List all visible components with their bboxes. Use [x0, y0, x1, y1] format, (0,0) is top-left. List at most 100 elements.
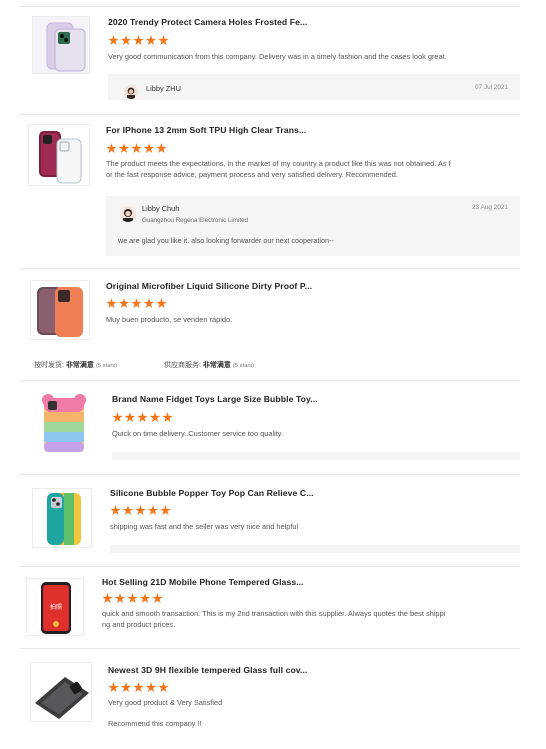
product-thumbnail[interactable] — [34, 392, 94, 454]
star-icon — [122, 505, 134, 516]
reply-author-name: Libby ZHU — [146, 84, 181, 93]
star-rating — [112, 412, 173, 423]
product-title[interactable]: Hot Selling 21D Mobile Phone Tempered Gl… — [102, 577, 304, 587]
review-text-line: quick and smooth transaction. This is my… — [102, 609, 446, 618]
review-separator — [20, 566, 520, 567]
star-icon — [102, 593, 113, 604]
avatar — [120, 206, 136, 222]
phone-case-image — [31, 281, 89, 339]
review-separator — [20, 114, 520, 115]
star-icon — [131, 143, 142, 154]
star-icon — [106, 143, 117, 154]
star-icon — [108, 682, 119, 693]
reply-date: 23 Aug 2021 — [472, 204, 508, 211]
review-text: quick and smooth transaction. This is my… — [102, 609, 445, 630]
star-icon — [131, 298, 142, 309]
star-icon — [110, 505, 121, 516]
supplier-service-rating: 供应商服务: 非常满意 (5 stars) — [164, 360, 254, 370]
product-title[interactable]: Silicone Bubble Popper Toy Pop Can Relie… — [110, 488, 314, 498]
review-separator — [20, 474, 520, 475]
star-icon — [156, 298, 167, 309]
product-thumbnail[interactable] — [32, 488, 92, 548]
tempered-glass-image: 拍照 — [27, 579, 83, 635]
review-footer-bar — [110, 545, 520, 553]
star-icon — [127, 593, 138, 604]
star-icon — [152, 593, 163, 604]
star-icon — [112, 412, 123, 423]
phone-case-image — [29, 125, 89, 185]
review-separator — [20, 380, 520, 381]
reply-date: 07 Jul 2021 — [475, 84, 509, 91]
review-text-line: The product meets the expectations, in t… — [106, 159, 451, 168]
product-thumbnail[interactable]: 拍照 — [26, 578, 84, 636]
bubble-phone-case-image — [33, 489, 91, 547]
star-icon — [133, 35, 144, 46]
star-icon — [143, 298, 155, 309]
avatar — [124, 85, 138, 99]
reply-author-name: Libby Chuh — [142, 204, 180, 213]
review-footer-bar — [112, 452, 520, 460]
star-icon — [160, 505, 171, 516]
star-icon — [137, 412, 148, 423]
star-rating — [102, 593, 163, 604]
product-title[interactable]: For IPhone 13 2mm Soft TPU High Clear Tr… — [106, 125, 306, 135]
star-icon — [156, 143, 167, 154]
star-icon — [139, 593, 151, 604]
product-thumbnail[interactable] — [28, 124, 90, 186]
ontime-stars: (5 stars) — [95, 363, 118, 369]
review-text-line: ng and product prices. — [102, 619, 176, 629]
service-label: 供应商服务: — [164, 362, 201, 369]
product-title[interactable]: Brand Name Fidget Toys Large Size Bubble… — [112, 394, 318, 404]
review-text: Very good product & Very Satisfied — [108, 698, 223, 707]
ontime-delivery-rating: 按时发货: 非常满意 (5 stars) — [34, 360, 117, 370]
star-icon — [158, 35, 169, 46]
review-separator — [20, 648, 520, 649]
review-text: The product meets the expectations, in t… — [106, 159, 451, 180]
star-icon — [120, 682, 132, 693]
star-icon — [124, 412, 136, 423]
reply-text: we are glad you like it. also looking fo… — [118, 236, 334, 245]
star-rating — [108, 682, 169, 693]
product-image-label: 拍照 — [50, 603, 62, 611]
product-title[interactable]: Newest 3D 9H flexible tempered Glass ful… — [108, 665, 308, 675]
product-title[interactable]: 2020 Trendy Protect Camera Holes Frosted… — [108, 17, 307, 27]
star-icon — [118, 298, 130, 309]
star-icon — [106, 298, 117, 309]
review-separator — [20, 268, 520, 269]
star-rating — [110, 505, 171, 516]
star-icon — [143, 143, 155, 154]
star-icon — [118, 143, 130, 154]
review-text-line: or the fast response advice, payment pro… — [106, 169, 398, 179]
star-icon — [114, 593, 126, 604]
star-icon — [135, 505, 146, 516]
review-text: Recommend this company !! — [108, 719, 202, 728]
tempered-glass-image — [31, 663, 91, 721]
fidget-phone-case-image — [42, 394, 86, 452]
star-rating — [106, 143, 167, 154]
review-text: Very good communication from this compan… — [108, 52, 447, 61]
star-rating — [108, 35, 169, 46]
star-rating — [106, 298, 167, 309]
service-stars: (5 stars) — [232, 363, 255, 369]
star-icon — [108, 35, 119, 46]
product-thumbnail[interactable] — [30, 280, 90, 340]
star-icon — [162, 412, 173, 423]
service-value: 非常满意 — [202, 362, 231, 369]
product-title[interactable]: Original Microfiber Liquid Silicone Dirt… — [106, 281, 312, 291]
review-text: shipping was fast and the seller was ver… — [110, 522, 299, 531]
star-icon — [133, 682, 144, 693]
review-text: Muy buen producto, se venden rápido. — [106, 315, 233, 324]
star-icon — [149, 412, 161, 423]
phone-case-image — [33, 17, 89, 73]
star-icon — [145, 682, 157, 693]
star-icon — [147, 505, 159, 516]
reply-company: Guangzhou Regena Electronic Limited — [142, 217, 248, 224]
star-icon — [145, 35, 157, 46]
ontime-label: 按时发货: — [34, 362, 64, 369]
product-thumbnail[interactable] — [30, 662, 92, 722]
star-icon — [158, 682, 169, 693]
review-top-separator — [20, 6, 520, 7]
ontime-value: 非常满意 — [65, 362, 94, 369]
product-thumbnail[interactable] — [32, 16, 90, 74]
star-icon — [120, 35, 132, 46]
